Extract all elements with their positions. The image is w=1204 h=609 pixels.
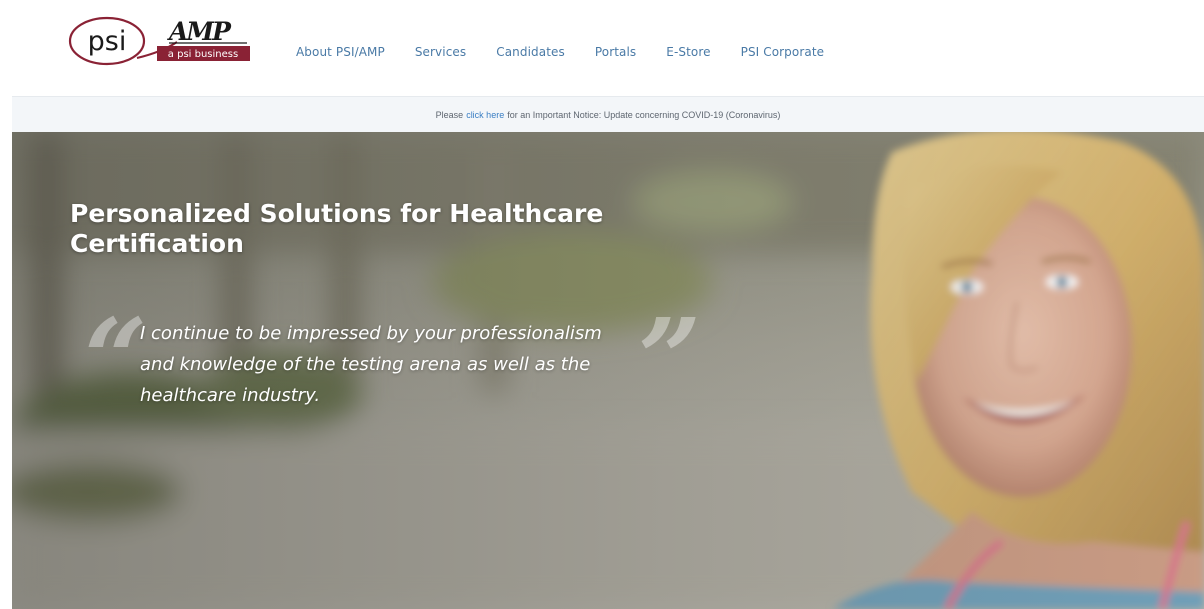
- psi-amp-logo[interactable]: psi AMP a psi business: [67, 12, 257, 72]
- nav-services[interactable]: Services: [415, 45, 466, 59]
- psi-amp-logo-image: psi AMP a psi business: [68, 16, 250, 66]
- logo-tagline: a psi business: [168, 49, 238, 60]
- notice-text: for an Important Notice: Update concerni…: [507, 109, 781, 120]
- testimonial-quote: I continue to be impressed by your profe…: [140, 323, 602, 406]
- close-quote-icon: ”: [638, 294, 702, 423]
- main-nav: About PSI/AMP Services Candidates Portal…: [296, 45, 824, 59]
- nav-candidates[interactable]: Candidates: [496, 45, 565, 59]
- open-quote-icon: “: [84, 294, 148, 423]
- site-header: psi AMP a psi business About PSI/AMP Ser…: [0, 0, 1204, 96]
- notice-prefix: Please: [435, 109, 464, 120]
- hero-title: Personalized Solutions for Healthcare Ce…: [70, 199, 604, 258]
- nav-psi-corporate[interactable]: PSI Corporate: [741, 45, 825, 59]
- nav-about[interactable]: About PSI/AMP: [296, 45, 385, 59]
- notice-click-here-link[interactable]: click here: [466, 110, 504, 120]
- logo-psi-text: psi: [88, 26, 127, 57]
- hero-banner: Personalized Solutions for Healthcare Ce…: [12, 132, 1204, 609]
- nav-estore[interactable]: E-Store: [666, 45, 710, 59]
- logo-amp-text: AMP: [167, 17, 232, 46]
- covid-notice-bar: Please click here for an Important Notic…: [12, 96, 1204, 132]
- nav-portals[interactable]: Portals: [595, 45, 636, 59]
